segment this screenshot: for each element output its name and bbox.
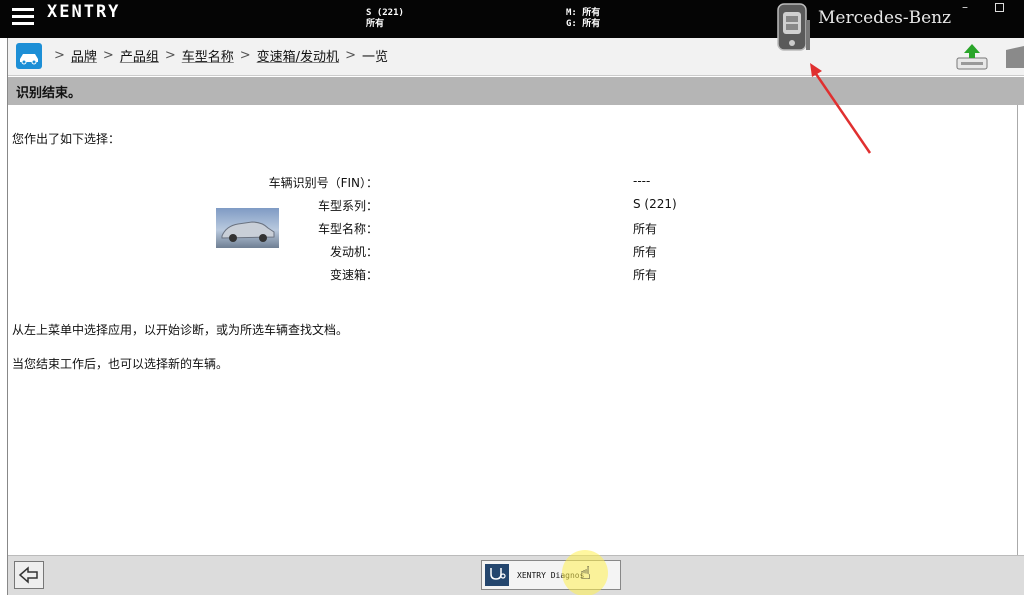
selection-row-model: 车型名称： 所有	[254, 220, 657, 236]
transmission-label: 变速箱：	[329, 268, 378, 282]
chevron-right-icon: >	[164, 48, 176, 63]
upload-icon[interactable]	[954, 42, 990, 72]
vehicle-summary: S (221) 所有	[366, 8, 404, 30]
footer-bar: XENTRY Diagnos	[8, 555, 1024, 595]
back-arrow-icon	[18, 566, 38, 584]
breadcrumb: > 品牌 > 产品组 > 车型名称 > 变速箱/发动机 > 一览	[48, 46, 388, 65]
back-button[interactable]	[14, 561, 44, 589]
document-icon[interactable]	[1002, 44, 1024, 70]
right-scroll-area	[1017, 105, 1024, 555]
model-label: 车型名称：	[317, 222, 378, 236]
app-brand: XENTRY	[47, 2, 121, 22]
series-label: 车型系列：	[317, 199, 378, 213]
mercedes-benz-logo: Mercedes-Benz	[818, 8, 952, 28]
vehicle-model: 所有	[366, 19, 385, 29]
hand-pointer-icon: ☝	[580, 563, 591, 584]
car-icon	[20, 54, 38, 65]
transmission-summary: G: 所有	[566, 19, 601, 29]
hint-new-vehicle: 当您结束工作后，也可以选择新的车辆。	[12, 357, 229, 371]
engine-label: 发动机：	[329, 245, 378, 259]
vehicle-home-button[interactable]	[16, 43, 42, 69]
chevron-right-icon: >	[102, 48, 114, 63]
selection-row-series: 车型系列： S (221)	[254, 197, 677, 213]
diagnostic-device-icon	[776, 2, 812, 54]
breadcrumb-transmission-engine[interactable]: 变速箱/发动机	[257, 46, 339, 65]
stethoscope-icon	[485, 564, 509, 586]
left-border	[0, 38, 8, 595]
selection-row-transmission: 变速箱： 所有	[254, 266, 657, 282]
breadcrumb-model-name[interactable]: 车型名称	[182, 46, 234, 65]
page-title: 识别结束。	[16, 86, 82, 101]
vehicle-series: S (221)	[366, 8, 404, 18]
transmission-value: 所有	[633, 268, 658, 282]
chevron-right-icon: >	[54, 48, 65, 63]
model-value: 所有	[633, 222, 658, 236]
breadcrumb-brand[interactable]: 品牌	[71, 46, 97, 65]
hint-start-diagnosis: 从左上菜单中选择应用，以开始诊断，或为所选车辆查找文档。	[12, 323, 349, 337]
breadcrumb-product-group[interactable]: 产品组	[120, 46, 159, 65]
red-arrow-annotation	[810, 63, 872, 154]
fin-label: 车辆识别号（FIN）：	[268, 176, 378, 190]
drivetrain-summary: M: 所有 G: 所有	[566, 8, 600, 30]
chevron-right-icon: >	[239, 48, 251, 63]
selection-row-engine: 发动机： 所有	[254, 243, 657, 259]
minimize-button[interactable]: –	[962, 0, 968, 14]
top-bar: XENTRY S (221) 所有 M: 所有 G: 所有 Mercedes-B…	[0, 0, 1024, 38]
intro-text: 您作出了如下选择：	[12, 132, 121, 146]
maximize-button[interactable]	[995, 3, 1004, 12]
chevron-right-icon: >	[345, 48, 356, 63]
selection-row-fin: 车辆识别号（FIN）： ----	[254, 174, 651, 190]
engine-value: 所有	[633, 245, 658, 259]
engine-summary: M: 所有	[566, 8, 601, 18]
breadcrumb-current: 一览	[361, 50, 388, 65]
fin-value: ----	[633, 174, 651, 188]
series-value: S (221)	[633, 197, 677, 211]
menu-icon[interactable]	[12, 8, 34, 26]
